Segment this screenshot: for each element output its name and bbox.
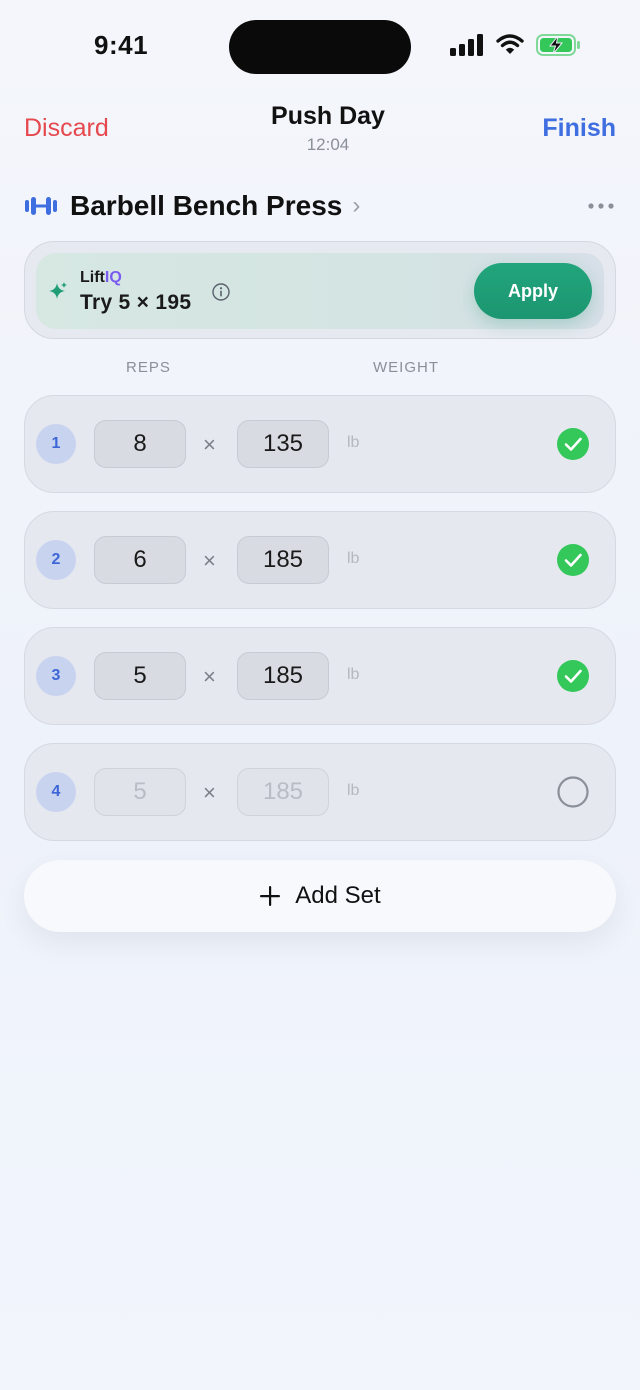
times-symbol: × (203, 664, 216, 689)
sparkle-icon (49, 282, 67, 299)
status-bar: 9:41 (0, 0, 640, 92)
liftiq-suggestion-text: Try 5 × 195 (80, 291, 192, 314)
checkmark-circle-icon[interactable] (557, 428, 589, 460)
finish-button[interactable]: Finish (542, 114, 616, 143)
liftiq-suggestion: LiftIQ Try 5 × 195 Apply (36, 253, 604, 329)
weight-field[interactable]: 185 (237, 768, 329, 816)
empty-circle-icon[interactable] (557, 776, 589, 808)
chevron-right-icon: › (352, 192, 361, 219)
set-number: 1 (36, 424, 76, 464)
set-row: 3 5 × 185 lb (24, 627, 616, 725)
reps-field[interactable]: 6 (94, 536, 186, 584)
battery-charging-icon (536, 34, 580, 56)
more-horizontal-icon[interactable] (586, 194, 616, 218)
times-symbol: × (203, 548, 216, 573)
set-row: 1 8 × 135 lb (24, 395, 616, 493)
status-icons (450, 34, 582, 56)
reps-field[interactable]: 5 (94, 652, 186, 700)
set-row: 4 5 × 185 lb (24, 743, 616, 841)
liftiq-card: LiftIQ Try 5 × 195 Apply (24, 241, 616, 339)
add-set-button[interactable]: Add Set (24, 860, 616, 932)
weight-unit: lb (347, 434, 360, 451)
nav-bar: Discard Push Day 12:04 Finish (0, 100, 640, 160)
signal-icon (450, 34, 483, 56)
liftiq-brand: LiftIQ (80, 269, 122, 287)
info-circle-icon[interactable] (212, 283, 230, 301)
checkmark-circle-icon[interactable] (557, 544, 589, 576)
checkmark-circle-icon[interactable] (557, 660, 589, 692)
set-row: 2 6 × 185 lb (24, 511, 616, 609)
liftiq-brand-prefix: Lift (80, 269, 105, 286)
weight-field[interactable]: 135 (237, 420, 329, 468)
times-symbol: × (203, 780, 216, 805)
set-number: 2 (36, 540, 76, 580)
times-symbol: × (203, 432, 216, 457)
exercise-header[interactable]: Barbell Bench Press › (24, 186, 616, 226)
weight-column-header: WEIGHT (373, 359, 439, 376)
weight-unit: lb (347, 782, 360, 799)
status-time: 9:41 (94, 30, 149, 60)
apply-button[interactable]: Apply (474, 263, 592, 319)
set-number: 3 (36, 656, 76, 696)
exercise-name: Barbell Bench Press (70, 190, 343, 221)
weight-field[interactable]: 185 (237, 536, 329, 584)
reps-column-header: REPS (126, 359, 171, 376)
liftiq-brand-suffix: IQ (104, 269, 122, 286)
reps-field[interactable]: 8 (94, 420, 186, 468)
discard-button[interactable]: Discard (24, 114, 109, 143)
weight-unit: lb (347, 550, 360, 567)
weight-field[interactable]: 185 (237, 652, 329, 700)
reps-field[interactable]: 5 (94, 768, 186, 816)
add-set-label: Add Set (295, 882, 381, 909)
sets-list: 1 8 × 135 lb 2 6 × 185 lb 3 5 × 185 lb 4… (24, 395, 616, 859)
plus-icon (260, 886, 281, 906)
weight-unit: lb (347, 666, 360, 683)
set-number: 4 (36, 772, 76, 812)
barbell-icon (25, 197, 57, 215)
wifi-icon (496, 34, 524, 54)
dynamic-island (229, 20, 411, 74)
